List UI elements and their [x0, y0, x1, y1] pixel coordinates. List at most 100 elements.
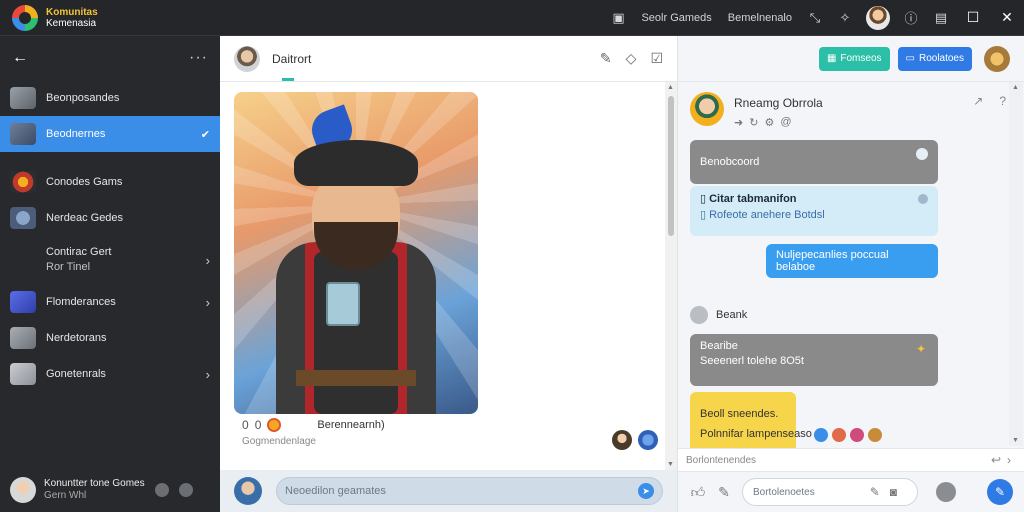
scroll-up-icon[interactable]: ▲	[1012, 84, 1019, 91]
layout-icon[interactable]: ▤	[926, 0, 956, 36]
message-bubble[interactable]: Bearibe Seeenerl tolehe 8O5t ✦	[690, 334, 938, 386]
message-bubble-note[interactable]: Beoll sneendes. Polnnifar lampenseaso	[690, 392, 812, 450]
post-action-label[interactable]: Berennearnh)	[317, 419, 384, 431]
emoji-icon[interactable]	[936, 482, 956, 502]
chevron-right-icon: ›	[205, 252, 210, 268]
message-title-text: Citar tabmanifon	[709, 193, 797, 205]
info-icon[interactable]: ⓘ	[896, 0, 926, 36]
comment-count[interactable]: 0	[255, 418, 262, 432]
sparkle-icon[interactable]: ✧	[830, 0, 860, 36]
contact-avatar[interactable]	[690, 92, 724, 126]
input-tools-icon[interactable]: ✎◙	[870, 485, 907, 499]
reaction-icon[interactable]	[814, 428, 828, 442]
chat-input[interactable]: Bortolenoetes ✎◙	[742, 478, 918, 506]
top-link-notifications[interactable]: Bemelnenalo	[720, 12, 800, 24]
comment-placeholder: Neoedilon geamates	[285, 485, 386, 497]
author-avatar[interactable]	[234, 45, 260, 72]
document-icon[interactable]: ▣	[603, 0, 633, 36]
more-icon[interactable]: ···	[189, 49, 208, 67]
send-icon[interactable]: ➤	[638, 483, 654, 499]
scrollbar-thumb[interactable]	[668, 96, 674, 236]
message-bubble-outgoing[interactable]: Nuljepecanlies poccual belaboe	[766, 244, 938, 278]
chat-input-placeholder: Bortolenoetes	[753, 486, 815, 498]
reply-bar[interactable]: Borlontenendes ↩›	[678, 448, 1024, 472]
sidebar-item[interactable]: Conodes Gams	[0, 164, 220, 200]
flag-icon	[10, 291, 36, 313]
edit-icon[interactable]: ✎	[600, 50, 612, 67]
sidebar-item[interactable]: Beonposandes	[0, 80, 220, 116]
sidebar-item[interactable]: Nerdetorans	[0, 320, 220, 356]
title-bar: Komunitas Kemenasia ▣ Seolr Gameds Bemel…	[0, 0, 1024, 36]
attach-icon[interactable]: ✎	[716, 484, 732, 501]
brush-avatar[interactable]	[984, 45, 1010, 72]
character-cup	[326, 282, 360, 326]
viewer-avatar[interactable]	[638, 430, 658, 450]
sidebar-item[interactable]: Flomderances ›	[0, 284, 220, 320]
refresh-icon[interactable]: ↻	[749, 116, 758, 129]
footer-avatar[interactable]	[10, 477, 36, 503]
character-vest	[314, 252, 398, 414]
reaction-icon[interactable]	[850, 428, 864, 442]
scroll-down-icon[interactable]: ▼	[667, 461, 674, 468]
tag-icon[interactable]: ◇	[626, 50, 637, 67]
maximize-button[interactable]: ☐	[956, 0, 990, 36]
post-scrollbar[interactable]: ▲ ▼	[665, 82, 677, 470]
send-button[interactable]: ✎	[987, 479, 1013, 505]
top-link-games[interactable]: Seolr Gameds	[633, 12, 719, 24]
close-button[interactable]: ✕	[990, 0, 1024, 36]
message-bubble[interactable]: Benobcoord	[690, 140, 938, 184]
gear-icon[interactable]	[178, 483, 193, 497]
reply-actions-icon[interactable]: ↩›	[991, 453, 1017, 467]
message-body: Seeenerl tolehe 8O5t	[700, 355, 804, 367]
settings-icon[interactable]: ⚙	[764, 116, 774, 129]
forward-icon[interactable]: ➜	[734, 116, 743, 129]
sidebar-item-active[interactable]: Beodnernes ✔	[0, 116, 220, 152]
panel-icon	[10, 363, 36, 385]
sidebar-item-label: Conodes Gams	[46, 176, 123, 188]
star-icon: ✦	[915, 342, 926, 356]
share-icon[interactable]: ↗	[973, 94, 983, 108]
sidebar-header: ← ···	[0, 36, 220, 80]
expand-icon[interactable]: ⤡	[800, 0, 830, 36]
sidebar-item-label: Nerdetorans	[46, 332, 107, 344]
scroll-up-icon[interactable]: ▲	[667, 84, 674, 91]
like-count[interactable]: 0	[242, 418, 249, 432]
sender-avatar[interactable]	[690, 306, 708, 324]
viewer-avatar[interactable]	[612, 430, 632, 450]
sidebar: ← ··· Beonposandes Beodnernes ✔ Conodes …	[0, 36, 220, 512]
app-title-text: Komunitas	[46, 6, 98, 18]
help-icon[interactable]: ?	[999, 94, 1006, 108]
thumbs-up-icon[interactable]: 👍︎	[690, 484, 706, 501]
checkbox-icon[interactable]: ☑	[650, 50, 663, 67]
back-arrow-icon[interactable]: ←	[12, 49, 28, 67]
chevron-right-icon: ›	[205, 366, 210, 382]
post-image[interactable]	[234, 92, 478, 414]
contact-name[interactable]: Rneamg Obrrola	[734, 96, 823, 110]
chat-scrollbar[interactable]: ▲ ▼	[1009, 82, 1023, 446]
author-name[interactable]: Daitrort	[272, 52, 311, 66]
blank-icon	[10, 249, 36, 271]
user-avatar[interactable]	[866, 5, 890, 30]
contact-actions: ↗ ?	[973, 94, 1006, 108]
reaction-icon[interactable]	[832, 428, 846, 442]
sidebar-item[interactable]: Gonetenrals ›	[0, 356, 220, 392]
sidebar-item-label: Contirac Gert	[46, 246, 112, 258]
active-tab-indicator	[282, 78, 294, 81]
scroll-down-icon[interactable]: ▼	[1012, 437, 1019, 444]
sidebar-item-text: Contirac Gert Ror Tinel	[46, 245, 111, 275]
settings-icon[interactable]	[154, 483, 169, 497]
message-bubble[interactable]: ▯ Citar tabmanifon ▯ Rofeote anehere Bot…	[690, 186, 938, 236]
blue-action-button[interactable]: ▭ Roolatoes	[897, 46, 972, 71]
heart-icon[interactable]	[267, 418, 282, 432]
reaction-icon[interactable]	[868, 428, 882, 442]
at-icon[interactable]: @	[780, 116, 791, 129]
green-action-button[interactable]: ▦ Fomseos	[818, 46, 890, 71]
message-body: ▯ Rofeote anehere Botdsl	[700, 209, 825, 221]
sidebar-item[interactable]: Contirac Gert Ror Tinel ›	[0, 236, 220, 284]
sidebar-footer: Konuntter tone Gomes Gern Whl	[0, 468, 220, 512]
blue-button-label: Roolatoes	[918, 53, 964, 64]
message-body: Polnnifar lampenseaso	[700, 428, 812, 440]
footer-text: Konuntter tone Gomes Gern Whl	[44, 478, 145, 502]
comment-input[interactable]: Neoedilon geamates ➤	[276, 477, 663, 505]
sidebar-item[interactable]: Nerdeac Gedes	[0, 200, 220, 236]
